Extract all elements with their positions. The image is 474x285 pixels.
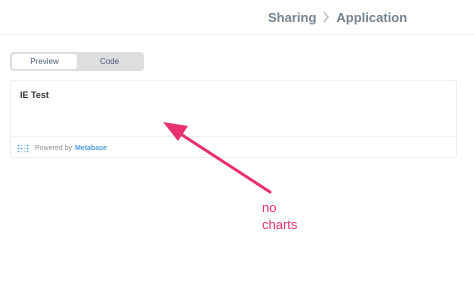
annotation-line: charts [262, 217, 298, 232]
card-divider [11, 136, 456, 137]
tab-code[interactable]: Code [77, 54, 142, 69]
chevron-right-icon [323, 11, 330, 23]
metabase-link[interactable]: Metabase [75, 145, 107, 152]
header-divider [0, 34, 474, 35]
tab-preview[interactable]: Preview [12, 54, 77, 69]
breadcrumb-current: Application [336, 9, 408, 25]
metabase-logo-icon [17, 144, 29, 153]
breadcrumb-parent[interactable]: Sharing [268, 10, 316, 25]
annotation-line: no [262, 200, 277, 215]
breadcrumb: Sharing Application [268, 6, 407, 28]
card-footer: Powered by Metabase [17, 144, 107, 153]
preview-code-toggle: Preview Code [10, 52, 144, 71]
powered-by-label: Powered by [35, 145, 72, 152]
card-title: IE Test [20, 90, 49, 100]
embed-preview-card: IE Test Powered by Metabase [10, 80, 457, 158]
annotation-text: no charts [262, 199, 322, 233]
